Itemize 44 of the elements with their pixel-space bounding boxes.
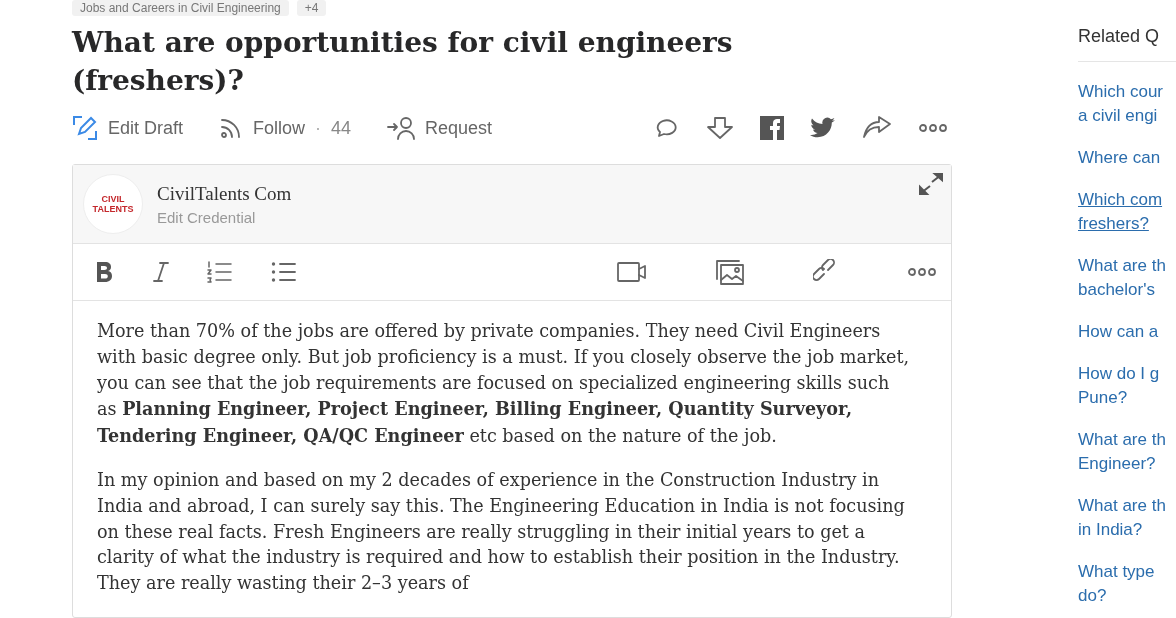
bird-icon[interactable] (810, 117, 836, 139)
bulleted-list-icon (271, 261, 297, 283)
related-questions-heading: Related Q (1078, 26, 1176, 62)
answer-paragraph: More than 70% of the jobs are offered by private companies. They need Civil Engineers with basic degree only. But job proficiency is a must. If you closely observe the job market, you can see that the job requirements are focused on specialized engineering skills such as Planning Engineer, Project Engineer, Billing Engineer, Quantity Surveyor, Tendering Engineer, QA/QC Engineer etc based on the nature of the job. (97, 320, 911, 449)
follow-button[interactable]: Follow · 44 (219, 116, 352, 140)
related-question-link[interactable]: What are th in India? (1078, 494, 1176, 542)
more-button[interactable] (907, 267, 937, 277)
related-question-link[interactable]: Where can (1078, 146, 1176, 170)
add-person-icon (387, 116, 416, 140)
topic-tag[interactable]: Jobs and Careers in Civil Engineering (72, 0, 289, 16)
facebook-icon[interactable] (760, 116, 784, 140)
bold-icon (95, 261, 115, 283)
related-question-link[interactable]: What are th bachelor's (1078, 254, 1176, 302)
more-icon[interactable] (918, 123, 948, 133)
edit-button[interactable]: Edit Draft (72, 115, 184, 141)
downvote-icon[interactable] (706, 116, 734, 140)
related-question-link[interactable]: How do I g Pune? (1078, 362, 1176, 410)
related-question-link[interactable]: Which com freshers? (1078, 188, 1176, 236)
italic-button[interactable] (153, 261, 169, 283)
author-avatar: CIVIL TALENTS (83, 174, 143, 234)
more-topics-tag[interactable]: +4 (296, 0, 327, 16)
image-button[interactable] (715, 259, 745, 285)
numbered-list-icon (207, 261, 233, 283)
expand-icon[interactable] (919, 173, 943, 195)
video-button[interactable] (617, 261, 647, 283)
related-question-link[interactable]: Which cour a civil engi (1078, 80, 1176, 128)
author-name: CivilTalents Com (157, 182, 292, 205)
answer-editor[interactable] (72, 164, 952, 618)
request-button[interactable]: Request (387, 116, 493, 140)
related-question-link[interactable]: What type do? (1078, 560, 1176, 608)
video-camera-icon (617, 261, 647, 283)
share-arrow-icon[interactable] (862, 116, 892, 140)
comment-icon[interactable] (654, 117, 680, 139)
italic-icon (153, 261, 169, 283)
more-icon (907, 267, 937, 277)
question-title: What are opportunities for civil engineers (freshers)? (72, 25, 734, 99)
answer-paragraph: In my opinion and based on my 2 decades of experience in the Construction Industry in India and abroad, I can surely say this. The Engineering Education in India is not focusing on these real facts. Fresh Engineers are really struggling in their initial years to get a clarity of what the industry is required and how to establish their position in the Industry. They are really wasting their 2–3 years of (97, 469, 906, 596)
bold-button[interactable] (95, 261, 115, 283)
related-question-link[interactable]: How can a (1078, 320, 1176, 344)
bulleted-list-button[interactable] (271, 261, 297, 283)
numbered-list-button[interactable] (207, 261, 233, 283)
related-question-link[interactable]: What are th Engineer? (1078, 428, 1176, 476)
image-icon (715, 259, 745, 285)
pencil-icon (72, 115, 98, 141)
